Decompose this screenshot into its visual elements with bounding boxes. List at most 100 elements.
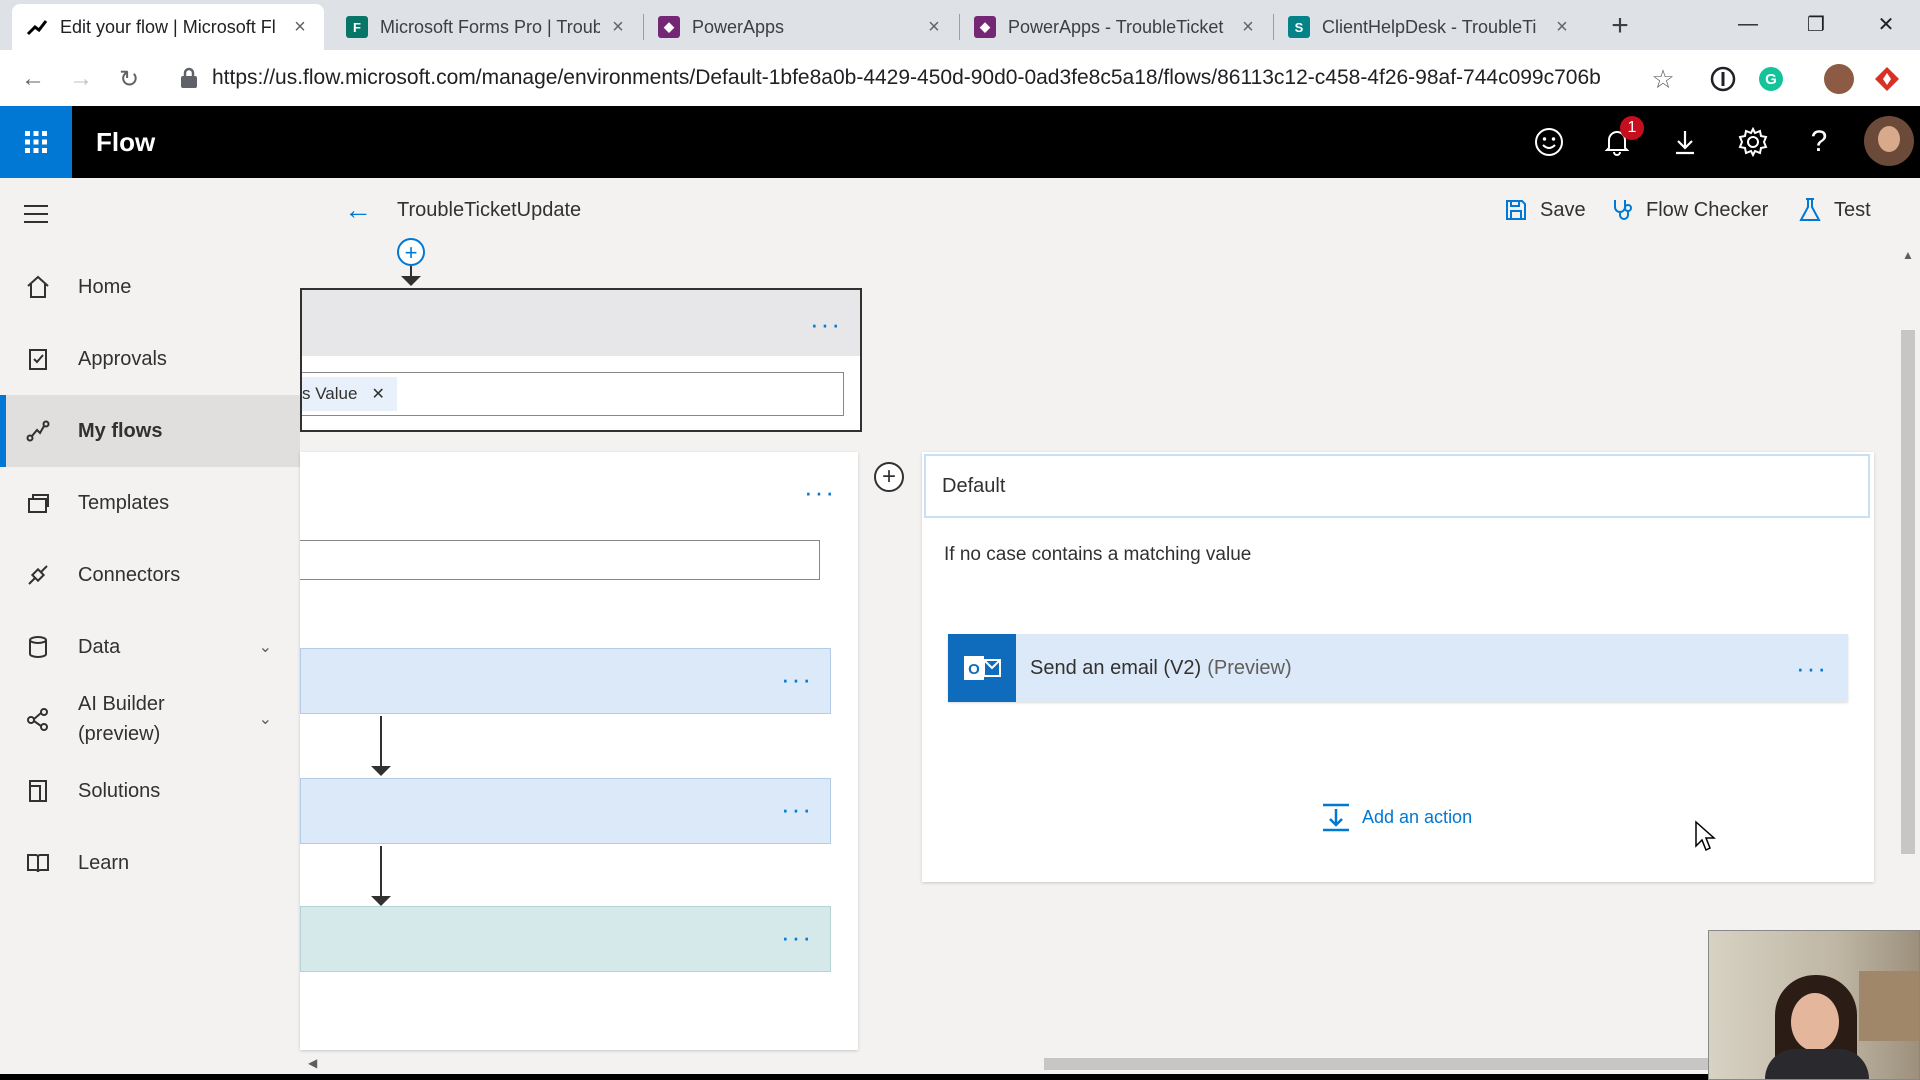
default-case-card[interactable]: Default If no case contains a matching v… [922,452,1874,882]
avatar[interactable] [1824,64,1854,94]
sidebar-item-label: AI Builder (preview) [78,693,165,745]
templates-icon [20,490,56,516]
more-options-icon[interactable]: ··· [781,796,813,822]
hamburger-menu-icon[interactable] [20,198,52,230]
sidebar-item-ai-builder[interactable]: AI Builder (preview) ⌄ [0,683,300,755]
browser-tab[interactable]: S ClientHelpDesk - TroubleTi × [1274,4,1586,50]
sidebar-item-solutions[interactable]: Solutions [0,755,300,827]
more-options-icon[interactable]: ··· [804,479,836,505]
sidebar-item-label: Solutions [78,780,161,802]
restore-button[interactable]: ❐ [1782,0,1850,48]
remove-token-icon[interactable]: ✕ [371,384,384,404]
notifications-button[interactable]: 1 [1584,106,1650,178]
close-icon[interactable]: × [1552,16,1572,39]
sidebar-item-my-flows[interactable]: My flows [0,395,300,467]
close-icon[interactable]: × [924,16,944,39]
scroll-up-arrow[interactable]: ▲ [1902,248,1914,262]
notification-badge: 1 [1620,116,1644,140]
browser-tab[interactable]: F Microsoft Forms Pro | Troub × [332,4,642,50]
flow-icon [26,16,48,38]
action-card[interactable]: ··· [300,648,831,714]
sharepoint-icon: S [1288,16,1310,38]
connector-arrow [380,846,382,900]
sidebar-item-templates[interactable]: Templates [0,467,300,539]
more-options-icon[interactable]: ··· [1796,655,1828,681]
horizontal-scrollbar[interactable]: ◀ [300,1054,1896,1074]
sidebar-item-data[interactable]: Data ⌄ [0,611,300,683]
chevron-down-icon[interactable]: ⌄ [259,709,272,729]
bottom-edge [0,1074,1920,1080]
case-equals-field[interactable] [300,540,820,580]
selected-indicator [0,395,6,467]
close-icon[interactable]: × [608,16,628,39]
url-field[interactable]: https://us.flow.microsoft.com/manage/env… [212,62,1601,94]
more-options-icon[interactable]: ··· [810,311,842,337]
sidebar-item-learn[interactable]: Learn [0,827,300,899]
sidebar-item-label: Learn [78,852,130,874]
tab-title: Edit your flow | Microsoft Fl [60,16,276,37]
feedback-smiley-icon[interactable] [1516,106,1582,178]
browser-tab[interactable]: ◆ PowerApps - TroubleTicket × [960,4,1272,50]
extension-icon[interactable] [1870,62,1904,96]
browser-tab[interactable]: ◆ PowerApps × [644,4,958,50]
connector-arrow [380,716,382,770]
extension-icon[interactable] [1706,62,1740,96]
app-brand[interactable]: Flow [96,106,155,178]
sidebar-item-home[interactable]: Home [0,251,300,323]
send-email-action-card[interactable]: O Send an email (V2) (Preview) ··· [948,634,1848,702]
beaker-icon [1798,197,1822,223]
switch-on-field[interactable]: s Value ✕ [302,372,844,416]
download-icon[interactable] [1652,106,1718,178]
flow-checker-button[interactable]: Flow Checker [1610,190,1768,230]
settings-gear-icon[interactable] [1720,106,1786,178]
dynamic-content-token[interactable]: s Value ✕ [302,377,397,411]
sidebar-item-connectors[interactable]: Connectors [0,539,300,611]
default-case-title[interactable]: Default [924,454,1870,518]
add-an-action-label: Add an action [1362,806,1473,827]
approvals-icon [20,346,56,372]
data-icon [20,634,56,660]
insert-step-button[interactable]: + [397,238,425,266]
save-label: Save [1540,198,1586,221]
action-card[interactable]: ··· [300,778,831,844]
back-button[interactable]: ← [16,62,50,96]
switch-card[interactable]: ··· s Value ✕ [300,288,862,432]
action-title: Send an email (V2) (Preview) [1030,634,1292,702]
bookmark-star-icon[interactable]: ☆ [1646,62,1680,96]
close-icon[interactable]: × [1238,16,1258,39]
powerapps-icon: ◆ [974,16,996,38]
add-case-button[interactable]: + [874,462,904,492]
browser-tab[interactable]: Edit your flow | Microsoft Fl × [12,4,324,50]
add-action-icon [1320,801,1352,833]
switch-card-header[interactable] [302,290,860,356]
arrow-head [371,766,391,776]
forward-button[interactable]: → [64,62,98,96]
more-options-icon[interactable]: ··· [781,666,813,692]
user-avatar[interactable] [1864,116,1914,166]
minimize-button[interactable]: — [1714,0,1782,48]
outlook-icon: O [948,634,1016,702]
action-card[interactable]: ··· [300,906,831,972]
stethoscope-icon [1610,197,1636,223]
default-case-description: If no case contains a matching value [944,544,1252,565]
grammarly-icon[interactable]: G [1754,62,1788,96]
more-options-icon[interactable]: ··· [781,924,813,950]
solutions-icon [20,778,56,804]
scrollbar-thumb[interactable] [1901,330,1915,854]
mouse-cursor-icon [1694,820,1718,852]
back-arrow-icon[interactable]: ← [344,194,376,226]
new-tab-button[interactable]: + [1600,8,1640,44]
help-icon[interactable]: ? [1786,106,1852,178]
close-icon[interactable]: × [290,16,310,39]
save-button[interactable]: Save [1504,190,1586,230]
svg-text:G: G [1765,71,1777,88]
sidebar-item-approvals[interactable]: Approvals [0,323,300,395]
app-launcher-button[interactable] [0,106,72,178]
case-card[interactable]: ··· ··· ··· ··· [300,452,858,1050]
chevron-down-icon[interactable]: ⌄ [259,637,272,657]
close-window-button[interactable]: ✕ [1852,0,1920,48]
reload-button[interactable]: ↻ [112,62,146,96]
test-button[interactable]: Test [1798,190,1871,230]
scroll-left-arrow[interactable]: ◀ [308,1056,317,1070]
add-an-action-button[interactable]: Add an action [1320,800,1472,834]
